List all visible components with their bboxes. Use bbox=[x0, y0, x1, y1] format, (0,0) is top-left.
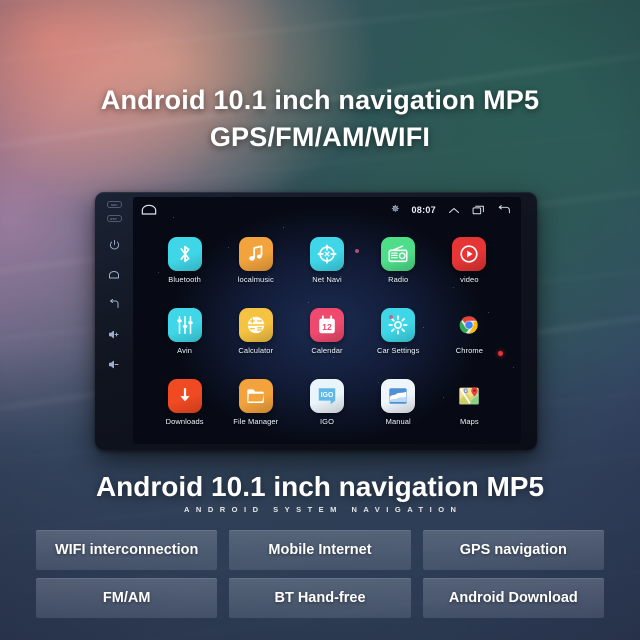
radio-icon bbox=[381, 237, 416, 271]
feature-grid: WIFI interconnection Mobile Internet GPS n… bbox=[36, 530, 604, 618]
app-label: File Manager bbox=[233, 417, 279, 426]
volume-up-button[interactable] bbox=[95, 319, 133, 349]
music-note-icon bbox=[238, 237, 273, 271]
feature-label: FM/AM bbox=[102, 590, 151, 606]
app-bluetooth[interactable]: Bluetooth bbox=[149, 225, 220, 296]
svg-text:G: G bbox=[464, 389, 469, 395]
app-label: Net Navi bbox=[312, 275, 342, 284]
status-bar-right-cluster: ✵ 08:07 bbox=[391, 205, 511, 215]
app-chrome[interactable]: Chrome bbox=[434, 296, 505, 367]
app-label: localmusic bbox=[237, 275, 274, 284]
status-home-button[interactable] bbox=[141, 204, 157, 216]
device-screen[interactable]: ✵ 08:07 Bluetooth localmusic Net Navi Ra… bbox=[133, 197, 521, 444]
bezel-back-button[interactable] bbox=[95, 289, 133, 319]
app-label: IGO bbox=[319, 417, 335, 426]
home-icon bbox=[141, 204, 157, 215]
back-arrow-icon bbox=[110, 298, 119, 308]
home-icon bbox=[109, 270, 119, 278]
feature-box: BT Hand-free bbox=[229, 578, 411, 618]
folder-icon bbox=[238, 379, 273, 413]
mic-port: MIC bbox=[106, 201, 122, 208]
app-net-navi[interactable]: Net Navi bbox=[291, 225, 362, 296]
reset-port-label: RST bbox=[110, 216, 118, 221]
bezel-home-button[interactable] bbox=[95, 259, 133, 289]
hero-line-2: GPS/FM/AM/WIFI bbox=[209, 122, 431, 152]
app-localmusic[interactable]: localmusic bbox=[220, 225, 291, 296]
igo-icon: IGO bbox=[309, 379, 344, 413]
footer-subtitle: ANDROID SYSTEM NAVIGATION bbox=[184, 505, 463, 514]
app-label: Car Settings bbox=[376, 346, 420, 355]
back-arrow-icon bbox=[498, 205, 510, 214]
app-downloads[interactable]: Downloads bbox=[149, 367, 220, 438]
app-calculator[interactable]: Calculator bbox=[220, 296, 291, 367]
status-clock: 08:07 bbox=[411, 205, 436, 215]
chrome-icon bbox=[452, 308, 486, 342]
feature-label: BT Hand-free bbox=[274, 590, 366, 606]
app-igo[interactable]: IGO IGO bbox=[291, 367, 362, 438]
app-label: Calculator bbox=[238, 346, 274, 355]
app-label: Calendar bbox=[311, 346, 343, 355]
feature-box: FM/AM bbox=[36, 578, 218, 618]
compass-icon bbox=[309, 237, 344, 271]
device-left-bezel: MIC RST bbox=[95, 192, 133, 450]
app-label: Bluetooth bbox=[168, 275, 201, 284]
app-label: Avin bbox=[177, 346, 193, 355]
feature-label: Android Download bbox=[448, 590, 578, 606]
android-status-bar: ✵ 08:07 bbox=[133, 197, 521, 223]
screen-pink-dot bbox=[355, 249, 359, 253]
recent-apps-icon bbox=[472, 205, 484, 215]
calculator-icon bbox=[238, 308, 273, 342]
volume-down-icon bbox=[108, 360, 118, 368]
app-manual[interactable]: Manual bbox=[363, 367, 434, 438]
app-label: Maps bbox=[460, 417, 479, 426]
car-head-unit-device: MIC RST ✵ 08:07 Bluetooth localmusic Net… bbox=[95, 192, 537, 450]
app-video[interactable]: video bbox=[434, 225, 505, 296]
app-grid: Bluetooth localmusic Net Navi Radio video Avi… bbox=[133, 223, 521, 440]
footer-title: Android 10.1 inch navigation MP5 bbox=[95, 471, 545, 502]
app-label: Radio bbox=[388, 275, 409, 284]
feature-label: Mobile Internet bbox=[268, 542, 372, 558]
play-circle-icon bbox=[452, 237, 487, 271]
app-car-settings[interactable]: Car Settings bbox=[363, 296, 434, 367]
app-maps[interactable]: G Maps bbox=[434, 367, 505, 438]
bluetooth-icon bbox=[167, 237, 202, 271]
screen-pink-dot bbox=[389, 315, 393, 319]
app-calendar[interactable]: 12 Calendar bbox=[291, 296, 362, 367]
screen-red-dot bbox=[498, 351, 503, 356]
app-file-manager[interactable]: File Manager bbox=[220, 367, 291, 438]
feature-label: WIFI interconnection bbox=[54, 542, 199, 558]
gear-icon bbox=[381, 308, 416, 342]
svg-text:12: 12 bbox=[322, 322, 332, 332]
sliders-icon bbox=[167, 308, 202, 342]
feature-label: GPS navigation bbox=[459, 542, 567, 558]
volume-up-icon bbox=[108, 330, 118, 338]
app-radio[interactable]: Radio bbox=[363, 225, 434, 296]
app-label: Chrome bbox=[455, 346, 484, 355]
feature-box: Mobile Internet bbox=[229, 530, 411, 570]
volume-down-button[interactable] bbox=[95, 349, 133, 379]
recent-apps-button[interactable] bbox=[472, 205, 485, 215]
app-label: Manual bbox=[385, 417, 411, 426]
mic-port-label: MIC bbox=[110, 202, 118, 207]
google-maps-icon: G bbox=[452, 379, 486, 413]
status-back-button[interactable] bbox=[497, 205, 511, 215]
bluetooth-icon: ✵ bbox=[391, 204, 400, 215]
power-button[interactable] bbox=[95, 229, 133, 259]
manual-book-icon bbox=[381, 379, 416, 413]
app-label: Downloads bbox=[165, 417, 204, 426]
feature-box: Android Download bbox=[422, 578, 604, 618]
app-avin[interactable]: Avin bbox=[149, 296, 220, 367]
expand-status-button[interactable] bbox=[448, 206, 460, 215]
reset-port: RST bbox=[106, 215, 122, 222]
svg-text:IGO: IGO bbox=[321, 392, 334, 399]
app-label: video bbox=[460, 275, 479, 284]
hero-headline: Android 10.1 inch navigation MP5 GPS/FM/… bbox=[0, 84, 640, 154]
chevron-up-icon bbox=[449, 207, 459, 213]
hero-line-1: Android 10.1 inch navigation MP5 bbox=[100, 85, 540, 115]
feature-box: GPS navigation bbox=[422, 530, 604, 570]
power-icon bbox=[109, 239, 119, 249]
feature-box: WIFI interconnection bbox=[36, 530, 218, 570]
calendar-icon: 12 bbox=[309, 308, 344, 342]
download-arrow-icon bbox=[167, 379, 202, 413]
